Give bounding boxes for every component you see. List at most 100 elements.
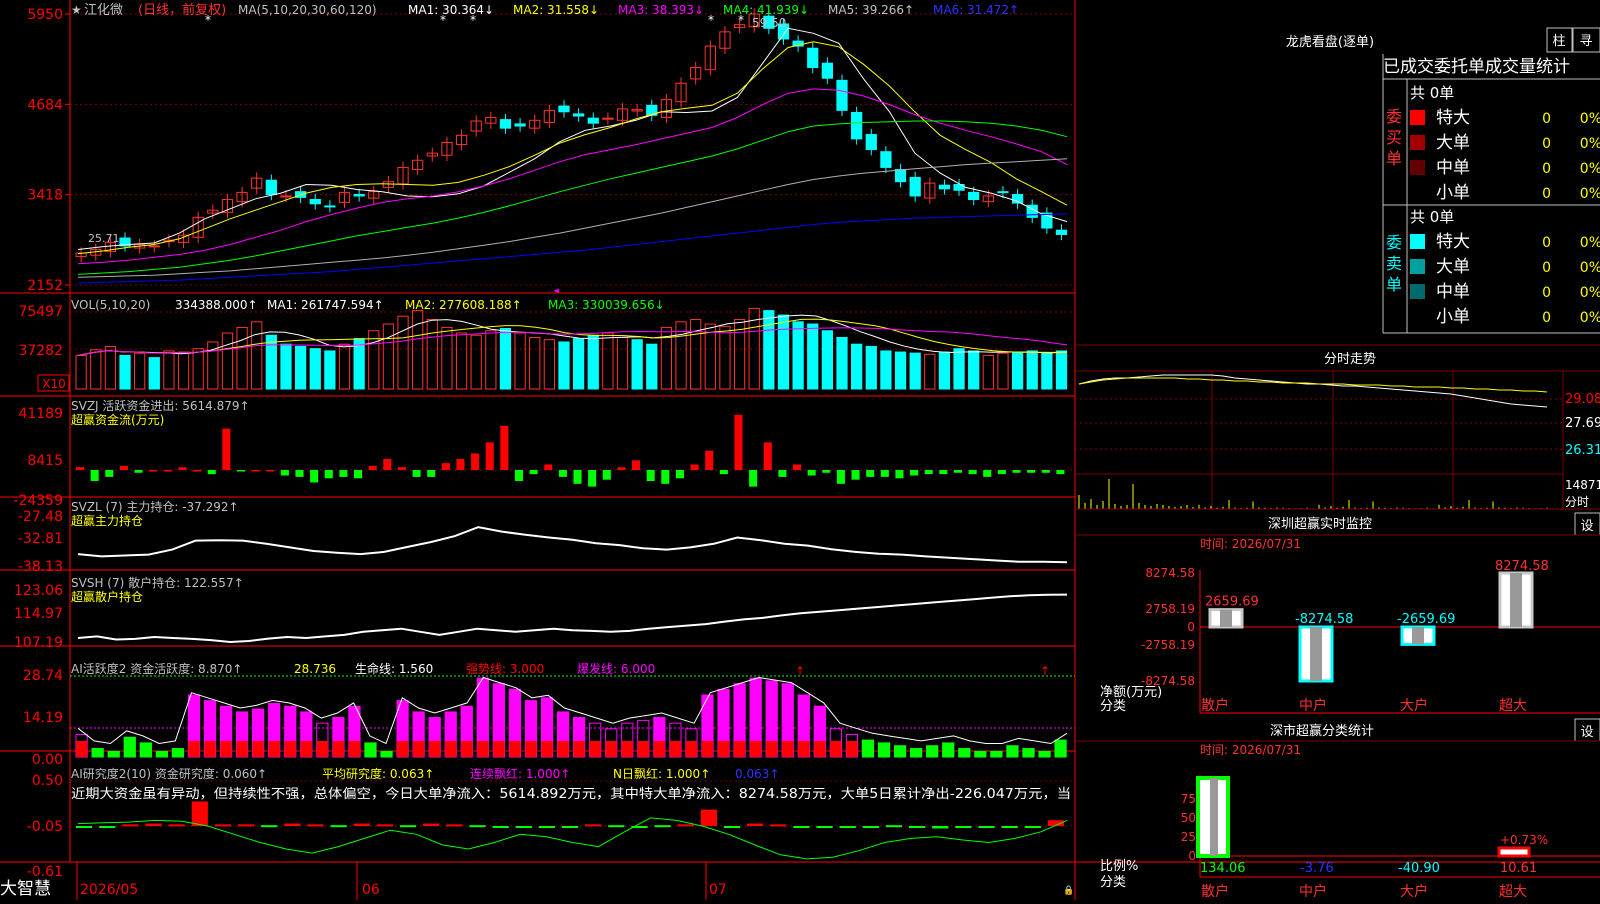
ai1-base-bar <box>477 741 489 757</box>
ai1-bar <box>155 750 168 758</box>
volume-bar <box>324 350 336 390</box>
stock-terminal: 5950 4684 3418 2152 ★ 江化微 (日线，前复权) MA(5,10,20,3… <box>0 0 1600 900</box>
svzj-bar <box>602 470 611 480</box>
volume-bar <box>529 336 541 390</box>
svzj-bar <box>163 470 172 472</box>
buy-row-count: 0 <box>1542 161 1551 177</box>
svzj-bar <box>807 470 816 476</box>
candle <box>499 119 512 129</box>
svzj-bar <box>105 470 114 477</box>
ai1-base-bar <box>284 741 296 757</box>
monitor-ylabel: 净额(万元) <box>1100 685 1162 700</box>
svzj-bar <box>193 470 202 472</box>
ai1-base-bar <box>685 741 698 757</box>
ai2-bar <box>561 826 579 828</box>
svzj-bar <box>280 470 289 476</box>
ma-header: MA(5,10,20,30,60,120) <box>238 3 377 17</box>
sell-row-name: 小单 <box>1436 307 1470 327</box>
volume-bar <box>221 332 234 390</box>
candle <box>938 184 951 190</box>
ai1-base-bar <box>188 741 200 757</box>
ai2-bar <box>793 826 810 828</box>
ai2-bar <box>423 823 440 826</box>
candle <box>309 199 321 205</box>
ai1-base-bar <box>653 741 665 757</box>
legend-swatch <box>1410 259 1425 274</box>
svzj-bar <box>324 470 333 479</box>
ai1-base-bar <box>589 741 601 757</box>
volume-bar <box>412 310 424 390</box>
class-tick: 50 <box>1181 811 1196 825</box>
class-tick: 25 <box>1181 830 1196 844</box>
ai1-bar <box>380 750 393 758</box>
volume-bar <box>997 352 1009 390</box>
ai2-bar <box>1024 826 1041 828</box>
svzj-bar <box>119 465 128 470</box>
ai1-base-bar <box>637 741 649 757</box>
svzj-bar <box>500 425 509 470</box>
buy-row-count: 0 <box>1542 186 1551 202</box>
ai2-bar <box>237 824 255 827</box>
candle <box>265 179 277 196</box>
volume-bar <box>880 350 892 390</box>
svzj-bar <box>134 470 143 473</box>
ai1-tick-label: 0.00 <box>32 752 63 768</box>
sell-row-count: 0 <box>1542 285 1551 301</box>
class-ylabel: 比例% <box>1100 859 1138 874</box>
ai1-signal-arrow: ↑ <box>1040 664 1050 678</box>
svzj-bar <box>675 470 684 479</box>
svsh-tick-label: 114.97 <box>14 606 63 622</box>
candle <box>573 113 585 117</box>
ai1-bar <box>990 750 1003 758</box>
ma-value-4: MA4: 41.939↓ <box>723 3 809 17</box>
brand-logo: 大智慧 <box>0 879 51 899</box>
svzj-bar <box>895 470 904 479</box>
svzj-bar <box>251 470 260 472</box>
buy-row-name: 大单 <box>1436 133 1470 153</box>
svzj-header: SVZJ 活跃资金进出: 5614.879↑ <box>71 398 250 413</box>
monitor-title: 深圳超赢实时监控 <box>1268 516 1372 532</box>
class-xlabel: 分类 <box>1100 875 1126 890</box>
volume-bar <box>792 321 804 390</box>
ai1-bar <box>942 742 955 758</box>
ai1-base-bar <box>76 741 88 757</box>
svzj-bar <box>763 442 772 470</box>
svzj-tick-label: 41189 <box>18 406 63 422</box>
x-label: 07 <box>709 882 727 898</box>
volume-bar <box>894 351 907 390</box>
class-value: 134.06 <box>1200 861 1246 876</box>
volume-bar <box>851 343 863 390</box>
buy-row-count: 0 <box>1542 111 1551 127</box>
ai1-base-bar <box>717 741 730 757</box>
volume-bar <box>543 339 555 390</box>
ai1-base-bar <box>509 741 521 757</box>
svzj-tick-label: 8415 <box>27 453 63 469</box>
volume-bar <box>602 332 614 390</box>
ai1-bar <box>139 742 152 758</box>
svzj-bar <box>354 470 363 479</box>
svzl-line <box>77 526 1068 564</box>
volume-bar <box>382 323 395 390</box>
candle <box>353 194 365 197</box>
vol-ma-line-3 <box>77 327 1068 356</box>
svzj-bar <box>997 470 1006 475</box>
sell-row-pct: 0% <box>1580 285 1600 301</box>
svzl-subtitle: 超赢主力持仓 <box>71 513 143 528</box>
buy-group-label: 买 <box>1386 128 1402 147</box>
buy-group-label: 委 <box>1386 107 1402 126</box>
price-tick-label: 3418 <box>27 188 63 204</box>
class-time: 时间: 2026/07/31 <box>1200 743 1301 757</box>
svzj-bar <box>76 467 85 470</box>
chart-canvas[interactable]: 5950 4684 3418 2152 ★ 江化微 (日线，前复权) MA(5,10,20,3… <box>0 0 1600 900</box>
monitor-category: 散户 <box>1201 697 1229 714</box>
candle <box>602 117 614 120</box>
ai1-bar <box>1022 748 1035 758</box>
ai1-base-bar <box>669 741 682 757</box>
ai2-bar <box>261 825 278 828</box>
candle <box>514 123 526 127</box>
ai2-tick-label: 0.50 <box>32 773 63 789</box>
volume-bar <box>763 310 775 390</box>
sell-row-pct: 0% <box>1580 310 1600 326</box>
volume-bar <box>704 323 716 390</box>
intraday-title: 分时走势 <box>1324 351 1376 367</box>
